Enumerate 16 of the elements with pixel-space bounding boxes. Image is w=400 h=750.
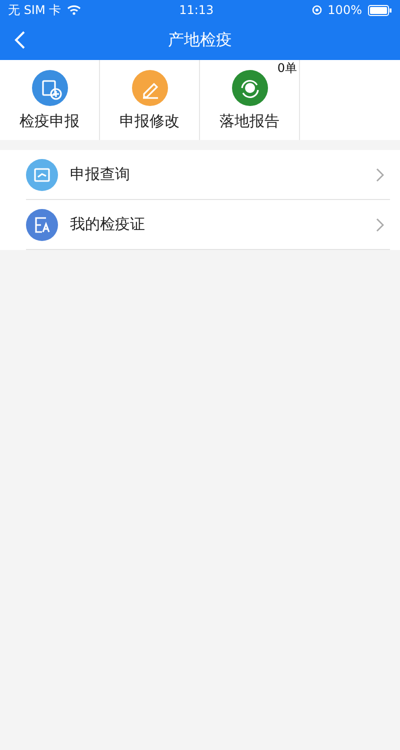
menu-row[interactable]: 申报查询 [26, 150, 390, 200]
feature-tile[interactable]: 0单 落地报告 [200, 60, 300, 140]
clock-text: 11:13 [179, 3, 214, 17]
feature-tile[interactable]: 申报修改 [100, 60, 200, 140]
page-title: 产地检疫 [168, 30, 232, 50]
orientation-lock-icon [312, 5, 322, 15]
battery-icon [368, 4, 392, 16]
chevron-icon [376, 168, 384, 182]
back-icon[interactable] [14, 31, 26, 49]
feature-tile[interactable]: 检疫申报 [0, 60, 100, 140]
order-count-text: 0单 [277, 60, 297, 77]
wifi-icon [67, 5, 82, 15]
chevron-icon [376, 218, 384, 232]
menu-row[interactable]: 我的检疫证 [26, 200, 390, 250]
carrier-text: 无 SIM 卡 [8, 2, 62, 18]
battery-percent: 100% [328, 3, 362, 17]
